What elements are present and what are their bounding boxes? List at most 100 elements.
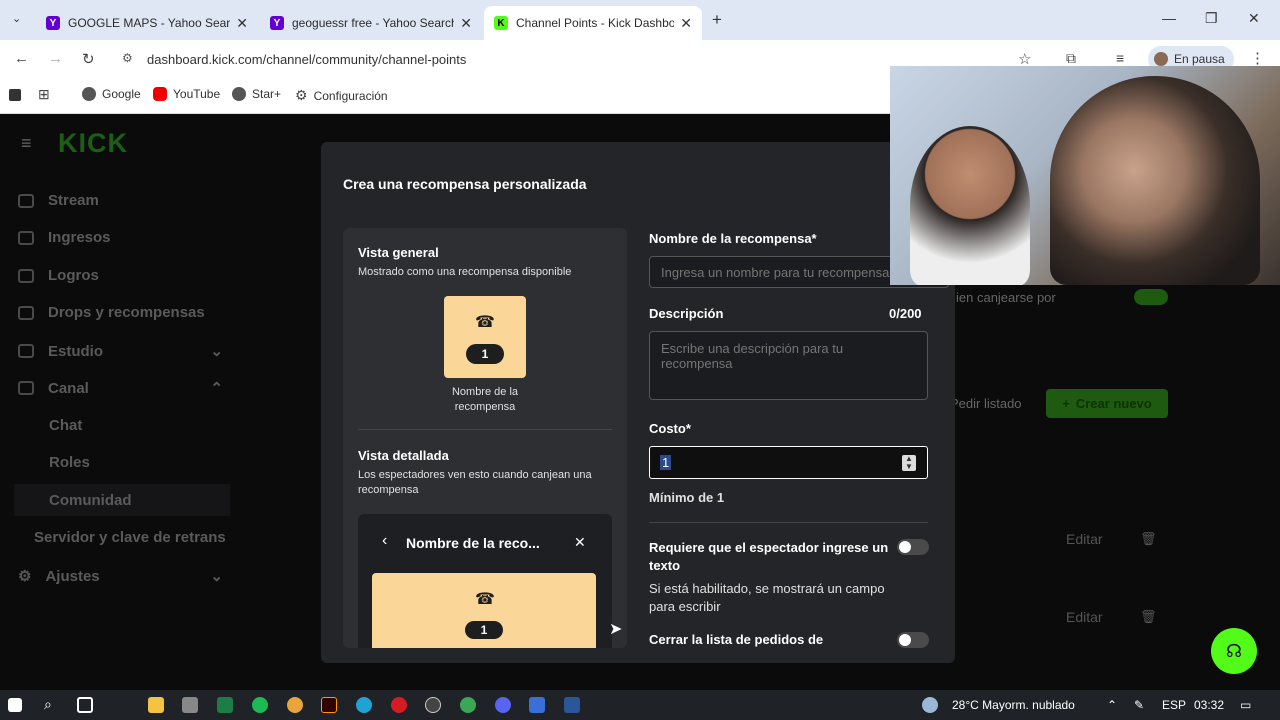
chrome-icon[interactable]	[287, 697, 303, 713]
language-indicator[interactable]: ESP	[1162, 698, 1186, 712]
bookmark-google[interactable]: Google	[82, 87, 141, 101]
forward-icon[interactable]: →	[48, 50, 63, 67]
reload-icon[interactable]: ↻	[82, 50, 95, 68]
url-text: dashboard.kick.com/channel/community/cha…	[147, 51, 467, 67]
tab-google-maps[interactable]: Y GOOGLE MAPS - Yahoo Search ✕	[36, 6, 258, 40]
windows-start-icon[interactable]	[8, 698, 22, 712]
detailed-subtitle: Los espectadores ven esto cuando canjean…	[358, 469, 592, 496]
obs-icon[interactable]	[425, 697, 441, 713]
discord-icon[interactable]	[495, 697, 511, 713]
edge-icon[interactable]	[356, 697, 372, 713]
weather-text[interactable]: 28°C Mayorm. nublado	[952, 698, 1075, 712]
gift-icon	[18, 305, 34, 320]
trash-icon[interactable]: 🗑	[1140, 609, 1157, 625]
close-tab-icon[interactable]: ✕	[236, 15, 248, 32]
tab-geoguessr[interactable]: Y geoguessr free - Yahoo Search ✕	[260, 6, 482, 40]
word-icon[interactable]	[564, 697, 580, 713]
sidebar-subitem-comunidad[interactable]: Comunidad	[14, 484, 230, 516]
request-list-button[interactable]: Pedir listado	[950, 396, 1022, 411]
sidebar-item-label: Estudio	[48, 342, 103, 360]
sidebar-item-label: Drops y recompensas	[48, 304, 205, 321]
chrome-active-icon[interactable]	[460, 697, 476, 713]
bookmark-configuracion[interactable]: ⚙ Configuración	[295, 87, 388, 104]
restore-icon[interactable]: ❐	[1205, 10, 1218, 27]
tab-list-chevron-icon[interactable]: ⌄	[12, 12, 21, 25]
trophy-icon	[18, 268, 34, 283]
chevron-down-icon: ⌄	[210, 568, 223, 585]
sidebar-item-estudio[interactable]: Estudio ⌄	[18, 342, 223, 360]
require-text-toggle[interactable]	[897, 539, 929, 555]
yahoo-icon: Y	[270, 16, 284, 30]
close-list-toggle[interactable]	[897, 632, 929, 648]
stepper-icon[interactable]: ▲ ▼	[902, 455, 916, 471]
bookmark-star-plus[interactable]: Star+	[232, 87, 281, 101]
sidebar-subitem-roles[interactable]: Roles	[49, 454, 90, 471]
minimize-icon[interactable]: —	[1162, 10, 1176, 26]
redeem-toggle[interactable]	[1134, 289, 1168, 305]
pen-icon[interactable]: ✎	[1134, 698, 1144, 712]
chevron-up-icon: ⌃	[210, 380, 223, 397]
close-tab-icon[interactable]: ✕	[460, 15, 472, 32]
sidebar-item-label: Chat	[49, 417, 83, 434]
sidebar-subitem-chat[interactable]: Chat	[49, 417, 82, 434]
excel-icon[interactable]	[217, 697, 233, 713]
modal-title: Crea una recompensa personalizada	[343, 176, 587, 192]
sidebar-item-canal[interactable]: Canal ⌃	[18, 379, 223, 397]
custom-reward-modal: Crea una recompensa personalizada Vista …	[321, 142, 955, 663]
require-text-label: Requiere que el espectador ingrese un te…	[649, 540, 889, 573]
sidebar-toggle-icon[interactable]	[9, 89, 21, 101]
cost-value: 1	[660, 455, 672, 470]
edit-button[interactable]: Editar	[1066, 531, 1103, 547]
reward-card-icon: ☎ 1	[444, 296, 526, 378]
task-view-icon[interactable]	[77, 697, 93, 713]
sidebar-item-stream[interactable]: Stream	[18, 192, 99, 209]
file-explorer-icon[interactable]	[148, 697, 164, 713]
detailed-title: Vista detallada	[358, 448, 449, 463]
edit-button[interactable]: Editar	[1066, 609, 1103, 625]
bookmark-label: Configuración	[313, 88, 388, 103]
support-chat-button[interactable]: ☊	[1211, 628, 1257, 674]
menu-kebab-icon[interactable]: ⋮	[1250, 49, 1265, 67]
extensions-icon[interactable]: ⧉	[1066, 50, 1076, 67]
sidebar-item-label: Ajustes	[45, 567, 100, 585]
redeem-label: ien canjearse por	[956, 290, 1056, 305]
description-input[interactable]	[649, 331, 928, 400]
site-info-icon[interactable]: ⚙	[122, 51, 133, 65]
sidebar-item-drops[interactable]: Drops y recompensas	[18, 304, 205, 321]
tray-chevron-icon[interactable]: ⌃	[1107, 698, 1117, 712]
cost-label: Costo*	[649, 421, 691, 436]
back-icon[interactable]: ←	[14, 50, 29, 67]
weather-icon[interactable]	[922, 697, 938, 713]
studio-icon	[18, 344, 34, 358]
sidebar-item-ajustes[interactable]: ⚙ Ajustes ⌄	[18, 567, 223, 586]
reward-preview-panel: Vista general Mostrado como una recompen…	[343, 228, 627, 648]
cost-input[interactable]: 1 ▲ ▼	[649, 446, 928, 479]
app-icon[interactable]	[529, 697, 545, 713]
reward-card-large: ☎ 1	[372, 573, 596, 648]
tab-title: GOOGLE MAPS - Yahoo Search	[68, 16, 231, 30]
tab-channel-points[interactable]: K Channel Points - Kick Dashboar ✕	[484, 6, 702, 40]
bookmark-label: Google	[102, 87, 141, 101]
opera-icon[interactable]	[391, 697, 407, 713]
trash-icon[interactable]: 🗑	[1140, 531, 1157, 547]
sidebar-item-logros[interactable]: Logros	[18, 267, 99, 284]
clock[interactable]: 03:32	[1194, 698, 1224, 712]
illustrator-icon[interactable]	[321, 697, 337, 713]
search-icon[interactable]: ⌕	[44, 696, 52, 713]
create-new-button[interactable]: + Crear nuevo	[1046, 389, 1168, 418]
media-icon[interactable]: ≡	[1116, 50, 1124, 66]
kick-logo[interactable]: KICK	[58, 128, 128, 159]
hamburger-icon[interactable]: ≡	[21, 133, 32, 154]
new-tab-icon[interactable]: +	[712, 10, 722, 30]
url-field[interactable]: ⚙ dashboard.kick.com/channel/community/c…	[112, 45, 892, 73]
bookmark-youtube[interactable]: YouTube	[153, 87, 220, 101]
apps-grid-icon[interactable]: ⊞	[38, 86, 50, 103]
window-close-icon[interactable]: ✕	[1248, 10, 1260, 27]
spotify-icon[interactable]	[252, 697, 268, 713]
broadcast-icon	[18, 193, 34, 208]
calculator-icon[interactable]	[182, 697, 198, 713]
notifications-icon[interactable]: ▭	[1240, 698, 1251, 712]
sidebar-item-ingresos[interactable]: Ingresos	[18, 229, 111, 246]
close-tab-icon[interactable]: ✕	[680, 15, 692, 32]
sidebar-subitem-servidor[interactable]: Servidor y clave de retrans	[34, 529, 226, 546]
